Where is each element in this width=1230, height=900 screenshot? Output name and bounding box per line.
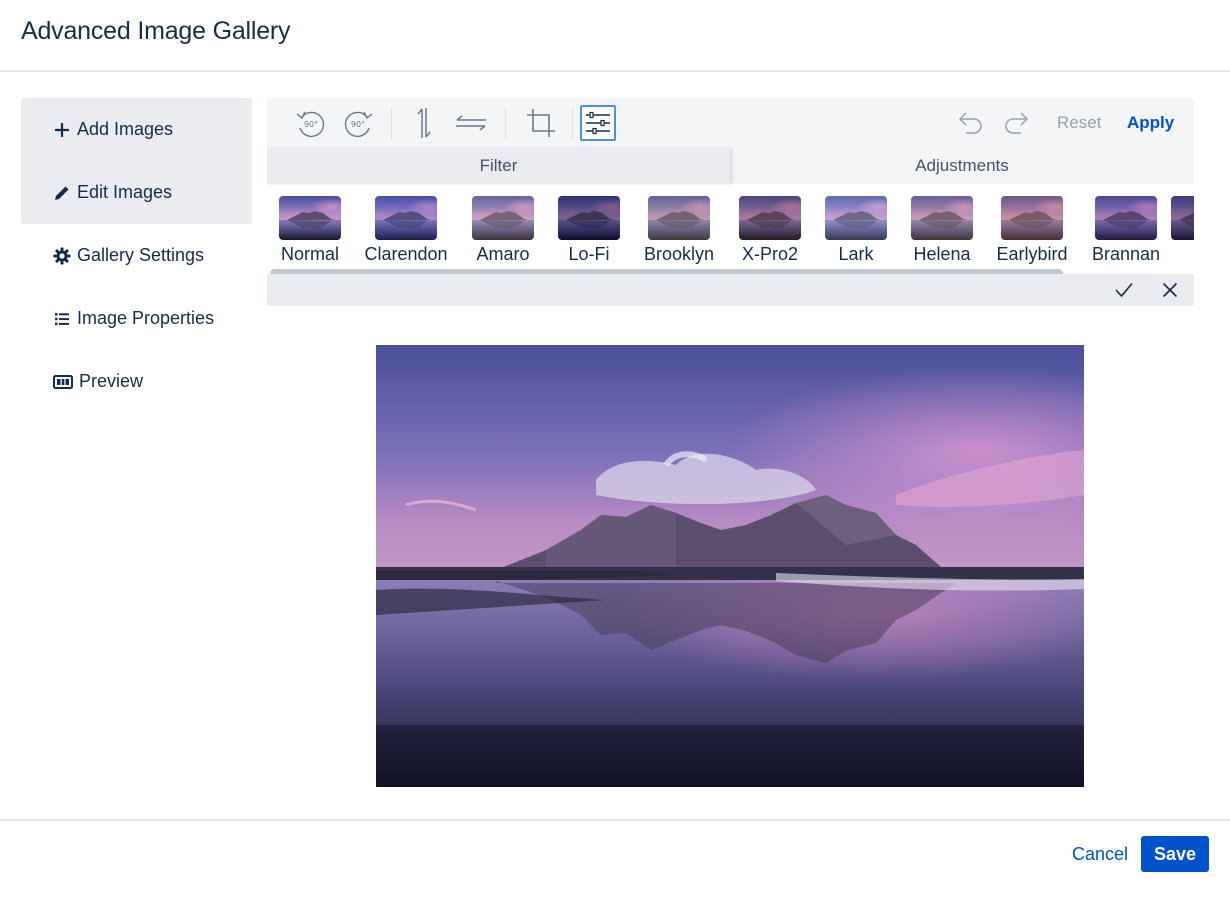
flip-horizontal-button[interactable]: [453, 105, 489, 141]
pencil-icon: [53, 184, 71, 202]
rotate-left-icon: 90°: [296, 111, 325, 138]
filter-s[interactable]: S: [1157, 196, 1194, 265]
sidebar-item-label: Preview: [79, 371, 144, 391]
tab-filter[interactable]: Filter: [267, 148, 730, 184]
sidebar-item-edit-images[interactable]: Edit Images: [21, 161, 252, 224]
close-icon: [1162, 282, 1178, 298]
crop-icon: [527, 109, 555, 137]
reset-button[interactable]: Reset: [1057, 113, 1101, 133]
landscape-photo: [376, 345, 1084, 787]
filter-lark[interactable]: Lark: [811, 196, 901, 265]
filter-thumbnail: [472, 196, 534, 240]
gear-icon: [53, 247, 71, 265]
filter-clarendon[interactable]: Clarendon: [361, 196, 451, 265]
sidebar-item-label: Gallery Settings: [77, 245, 205, 265]
filter-lo-fi[interactable]: Lo-Fi: [544, 196, 634, 265]
filter-thumbnail: [911, 196, 973, 240]
undo-icon: [958, 112, 982, 134]
filter-label: Earlybird: [996, 244, 1068, 264]
filter-strip: Normal Clarendon Amaro Lo-Fi Brooklyn X-Pro2 L…: [267, 184, 1194, 274]
apply-button[interactable]: Apply: [1127, 113, 1174, 133]
rotate-left-button[interactable]: 90°: [293, 105, 329, 141]
filter-label: Amaro: [476, 244, 530, 264]
filter-label: Brannan: [1091, 244, 1161, 264]
rotate-right-icon: 90°: [344, 111, 373, 138]
editor-toolbar: 90° 90° Reset Apply: [267, 98, 1194, 148]
undo-button[interactable]: [952, 105, 988, 141]
adjust-sliders-icon: [586, 111, 610, 135]
dialog-footer: Cancel Save: [0, 819, 1230, 900]
filter-label: Normal: [280, 244, 339, 264]
crop-button[interactable]: [523, 105, 559, 141]
toolbar-divider: [572, 107, 573, 139]
toolbar-divider: [391, 107, 392, 139]
flip-horizontal-icon: [456, 115, 486, 131]
checkmark-icon: [1115, 282, 1133, 298]
sidebar-item-gallery-settings[interactable]: Gallery Settings: [21, 224, 252, 287]
save-button[interactable]: Save: [1141, 836, 1209, 872]
filter-label: Clarendon: [364, 244, 448, 264]
plus-icon: [53, 121, 71, 139]
filter-label: Lark: [838, 244, 874, 264]
sidebar-item-label: Add Images: [77, 119, 174, 139]
filter-label: Lo-Fi: [568, 244, 610, 264]
filter-thumbnail: [1001, 196, 1063, 240]
filter-list: Normal Clarendon Amaro Lo-Fi Brooklyn X-Pro2 L…: [267, 196, 1194, 266]
redo-icon: [1005, 112, 1029, 134]
filter-thumbnail: [825, 196, 887, 240]
filter-amaro[interactable]: Amaro: [458, 196, 548, 265]
filter-thumbnail: [1171, 196, 1194, 240]
sidebar-item-add-images[interactable]: Add Images: [21, 98, 252, 161]
filter-thumbnail: [1095, 196, 1157, 240]
cancel-button[interactable]: Cancel: [1066, 836, 1134, 872]
sidebar-item-label: Edit Images: [77, 182, 173, 202]
rotate-right-label: 90°: [351, 120, 365, 129]
sidebar-item-preview[interactable]: Preview: [21, 350, 252, 413]
image-editor: 90° 90° Reset Apply Filter Adjustments N…: [267, 98, 1194, 306]
filter-brooklyn[interactable]: Brooklyn: [634, 196, 724, 265]
filter-normal[interactable]: Normal: [267, 196, 355, 265]
adjust-button[interactable]: [580, 105, 616, 141]
editor-tabs: Filter Adjustments: [267, 148, 1194, 184]
filter-confirm-bar: [267, 274, 1194, 306]
dialog-header: Advanced Image Gallery: [0, 0, 1230, 72]
filter-label: Brooklyn: [643, 244, 715, 264]
filter-thumbnail: [375, 196, 437, 240]
tab-adjustments[interactable]: Adjustments: [730, 148, 1194, 184]
discard-button[interactable]: [1158, 278, 1182, 302]
filter-thumbnail: [558, 196, 620, 240]
filter-label: X-Pro2: [741, 244, 799, 264]
toolbar-divider: [505, 107, 506, 139]
sidebar-item-label: Image Properties: [77, 308, 215, 328]
filter-thumbnail: [739, 196, 801, 240]
rotate-right-button[interactable]: 90°: [340, 105, 376, 141]
list-icon: [53, 310, 71, 328]
flip-vertical-icon: [417, 108, 431, 138]
confirm-button[interactable]: [1112, 278, 1136, 302]
filter-thumbnail: [648, 196, 710, 240]
preview-icon: [53, 373, 73, 391]
filter-earlybird[interactable]: Earlybird: [987, 196, 1077, 265]
image-preview: [376, 345, 1084, 787]
sidebar-item-image-properties[interactable]: Image Properties: [21, 287, 252, 350]
redo-button[interactable]: [999, 105, 1035, 141]
flip-vertical-button[interactable]: [406, 105, 442, 141]
sidebar: Add Images Edit Images Gallery Settings …: [21, 98, 252, 413]
filter-x-pro2[interactable]: X-Pro2: [725, 196, 815, 265]
rotate-left-label: 90°: [304, 120, 318, 129]
filter-thumbnail: [279, 196, 341, 240]
page-title: Advanced Image Gallery: [21, 17, 291, 45]
filter-label: Helena: [913, 244, 971, 264]
filter-helena[interactable]: Helena: [897, 196, 987, 265]
